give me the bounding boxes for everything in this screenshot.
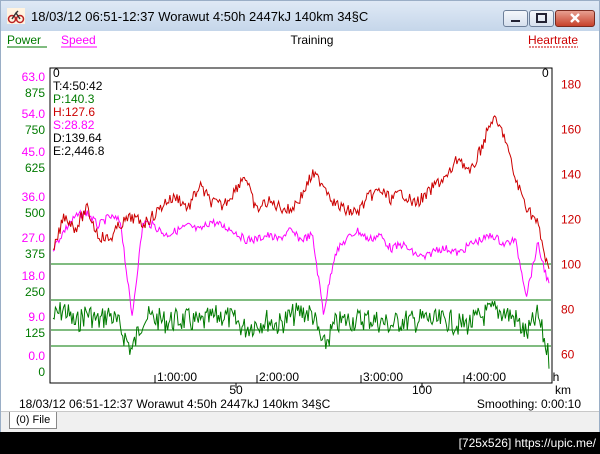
- right-top-zero: 0: [542, 66, 549, 80]
- cyclist-app-icon: [7, 8, 25, 24]
- summary-line: E:2,446.8: [53, 144, 105, 158]
- maximize-icon: [536, 13, 547, 23]
- heartrate-tick-label: 120: [561, 213, 581, 227]
- speed-tick-label: 18.0: [22, 269, 46, 283]
- heartrate-tick-label: 160: [561, 123, 581, 137]
- km-unit-label: km: [555, 383, 571, 397]
- legend-heartrate: Heartrate: [528, 33, 578, 47]
- minimize-icon: [511, 20, 520, 22]
- speed-tick-label: 9.0: [28, 310, 45, 324]
- power-tick-label: 375: [25, 247, 45, 261]
- time-tick-label: 3:00:00: [363, 370, 403, 384]
- power-tick-label: 625: [25, 161, 45, 175]
- status-bar: 18/03/12 06:51-12:37 Worawut 4:50h 2447k…: [1, 397, 599, 411]
- time-tick-label: 2:00:00: [259, 370, 299, 384]
- power-tick-label: 875: [25, 86, 45, 100]
- power-tick-label: 500: [25, 206, 45, 220]
- speed-tick-label: 45.0: [22, 145, 46, 159]
- minimize-button[interactable]: [503, 10, 528, 27]
- legend-power: Power: [7, 33, 41, 47]
- heartrate-tick-label: 60: [561, 348, 575, 362]
- main-window: 18/03/12 06:51-12:37 Worawut 4:50h 2447k…: [0, 0, 600, 432]
- training-chart: Power Speed Training Heartrate 63.0 54.0 4…: [7, 33, 581, 397]
- close-button[interactable]: [555, 10, 595, 27]
- power-tick-label: 250: [25, 285, 45, 299]
- summary-line: P:140.3: [53, 92, 95, 106]
- tab-bar: (0) File: [1, 411, 599, 432]
- speed-tick-label: 36.0: [22, 190, 46, 204]
- time-tick-label: 1:00:00: [157, 370, 197, 384]
- time-tick-label: 4:00:00: [466, 370, 506, 384]
- summary-line: 0: [53, 66, 60, 80]
- speed-tick-label: 0.0: [28, 349, 45, 363]
- power-tick-label: 125: [25, 326, 45, 340]
- title-bar[interactable]: 18/03/12 06:51-12:37 Worawut 4:50h 2447k…: [1, 1, 599, 31]
- heartrate-tick-label: 100: [561, 258, 581, 272]
- status-summary: 18/03/12 06:51-12:37 Worawut 4:50h 2447k…: [19, 397, 331, 411]
- maximize-button[interactable]: [529, 10, 554, 27]
- close-icon: [570, 13, 580, 23]
- summary-line: D:139.64: [53, 131, 102, 145]
- speed-tick-label: 63.0: [22, 70, 46, 84]
- power-tick-label: 0: [38, 365, 45, 379]
- speed-tick-label: 27.0: [22, 231, 46, 245]
- chart-title: Training: [291, 33, 334, 47]
- heartrate-axis: 180 160 140 120 100 80 60: [561, 78, 581, 362]
- watermark: [725x526] https://upic.me/: [458, 436, 596, 450]
- distance-axis: 50 100 km: [229, 383, 571, 397]
- tab-file[interactable]: (0) File: [9, 412, 58, 429]
- speed-tick-label: 54.0: [22, 107, 46, 121]
- km-tick-label: 50: [229, 383, 243, 397]
- legend-speed: Speed: [61, 33, 96, 47]
- heartrate-tick-label: 180: [561, 78, 581, 92]
- summary-line: H:127.6: [53, 105, 95, 119]
- km-tick-label: 100: [412, 383, 432, 397]
- smoothing-status: Smoothing: 0:00:10: [476, 397, 581, 411]
- heartrate-tick-label: 140: [561, 168, 581, 182]
- summary-line: T:4:50:42: [53, 79, 103, 93]
- window-title: 18/03/12 06:51-12:37 Worawut 4:50h 2447k…: [31, 9, 369, 24]
- summary-line: S:28.82: [53, 118, 95, 132]
- power-tick-label: 750: [25, 123, 45, 137]
- time-unit-label: h: [553, 370, 560, 384]
- heartrate-tick-label: 80: [561, 303, 575, 317]
